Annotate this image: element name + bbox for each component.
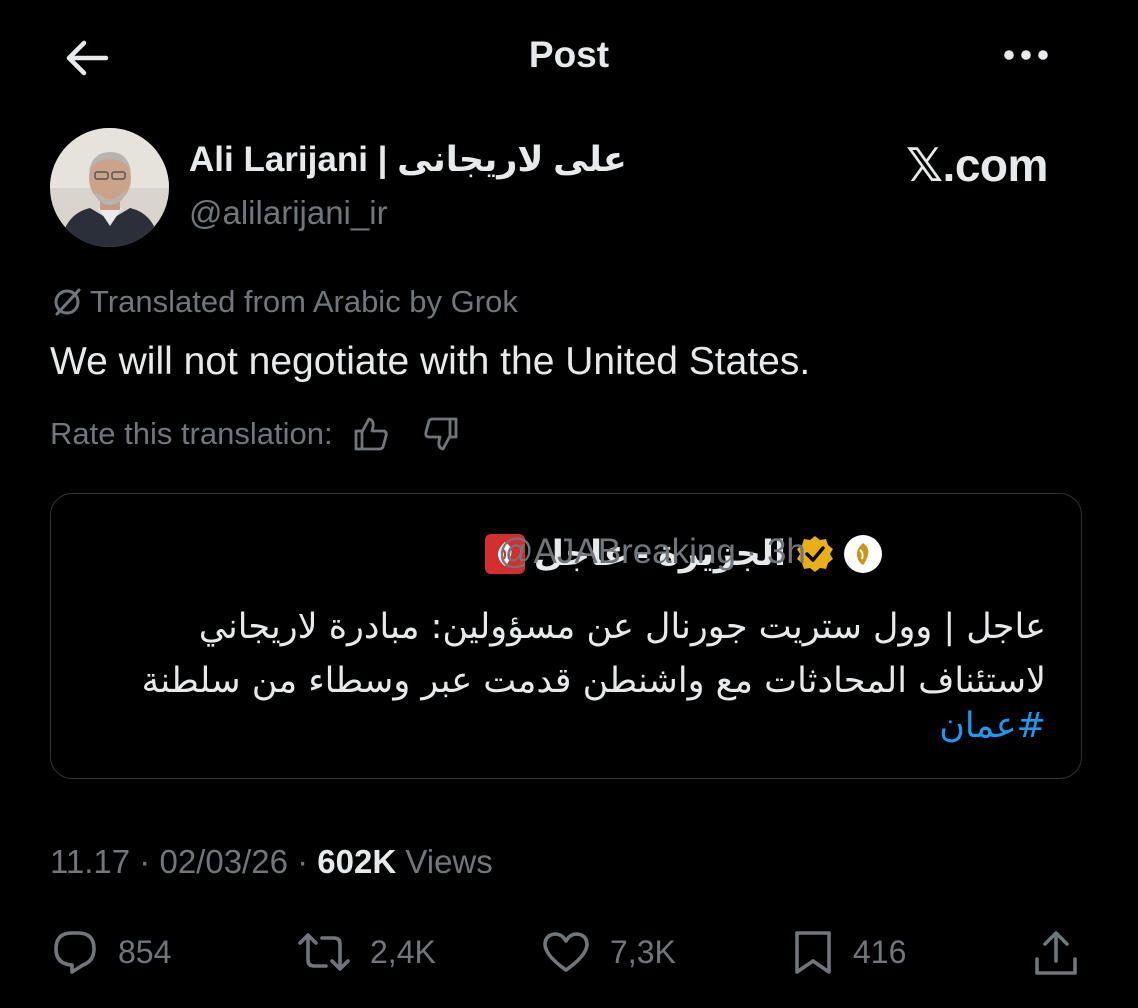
bookmark-button[interactable]: 416 <box>791 924 906 980</box>
translation-notice: Translated from Arabic by Grok <box>50 281 518 323</box>
page-title: Post <box>528 34 610 75</box>
share-icon <box>1035 931 1077 975</box>
author-handle[interactable]: @alilarijani_ir <box>189 194 388 232</box>
more-horizontal-icon <box>1004 50 1048 60</box>
quoted-post-meta: @AJABreaking · 3h <box>498 532 806 571</box>
quoted-author-handle: @AJABreaking <box>498 532 736 571</box>
post-date: 02/03/26 <box>159 843 288 880</box>
repost-count: 2,4K <box>370 933 436 970</box>
bookmark-icon <box>795 931 831 974</box>
views-count: 602K <box>317 843 397 880</box>
thumbs-down-icon[interactable] <box>421 414 461 454</box>
grok-icon <box>54 288 81 316</box>
rate-translation-label: Rate this translation: <box>50 416 333 451</box>
post-time: 11.17 <box>50 843 131 880</box>
thumbs-up-icon[interactable] <box>351 414 391 454</box>
translation-label: Translated from Arabic by Grok <box>90 284 518 319</box>
bookmark-count: 416 <box>853 933 907 970</box>
reply-icon <box>54 931 96 974</box>
rate-translation: Rate this translation: <box>50 412 461 456</box>
author-name[interactable]: Ali Larijani | علی لاریجانی <box>189 140 627 180</box>
reply-button[interactable]: 854 <box>50 924 171 980</box>
reply-count: 854 <box>118 933 172 970</box>
views-label: Views <box>405 843 493 880</box>
post-text: We will not negotiate with the United St… <box>50 340 811 383</box>
like-count: 7,3K <box>610 933 676 970</box>
avatar[interactable] <box>50 128 169 247</box>
repost-icon <box>298 933 350 971</box>
like-button[interactable]: 7,3K <box>540 924 676 980</box>
hashtag-link[interactable]: #عمان <box>939 706 1046 746</box>
aljazeera-affiliate-icon <box>844 535 882 573</box>
more-button[interactable] <box>998 44 1054 66</box>
quoted-post-time: 3h <box>766 532 806 571</box>
share-button[interactable] <box>1032 926 1080 982</box>
post-meta: 11.17 · 02/03/26 · 602K Views <box>50 843 493 880</box>
watermark-text: 𝕏.com <box>906 139 1048 191</box>
heart-icon <box>543 932 589 972</box>
quoted-post-text: عاجل | وول ستريت جورنال عن مسؤولين: مباد… <box>141 607 1046 701</box>
repost-button[interactable]: 2,4K <box>296 924 436 980</box>
